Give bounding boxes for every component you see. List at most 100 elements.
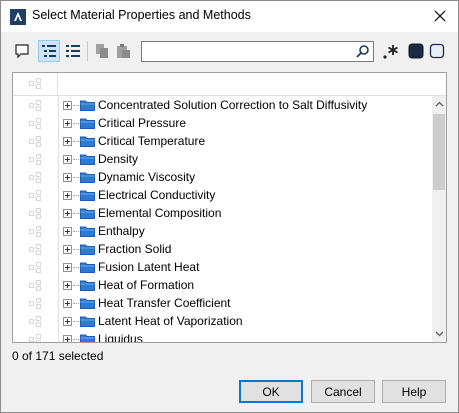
paste-icon	[117, 44, 130, 58]
tree-row[interactable]: Liquidus	[13, 330, 432, 342]
paste-button[interactable]	[112, 40, 134, 62]
tree-row[interactable]: Latent Heat of Vaporization	[13, 312, 432, 330]
expand-icon[interactable]	[63, 101, 72, 110]
dark-theme-button[interactable]	[405, 40, 427, 62]
select-toggle-icon[interactable]	[29, 208, 43, 219]
tree-row[interactable]: Elemental Composition	[13, 204, 432, 222]
expand-icon[interactable]	[63, 173, 72, 182]
tree-row[interactable]: Enthalpy	[13, 222, 432, 240]
folder-icon	[80, 136, 95, 147]
select-toggle-icon[interactable]	[29, 154, 43, 165]
select-column-header[interactable]	[13, 73, 58, 95]
tree-row-label: Density	[98, 152, 139, 166]
tree-row-label: Elemental Composition	[98, 206, 222, 220]
tree-row[interactable]: Fraction Solid	[13, 240, 432, 258]
select-toggle-icon[interactable]	[29, 316, 43, 327]
dark-square-icon	[408, 43, 424, 59]
tree-connector	[73, 285, 79, 286]
select-toggle-icon[interactable]	[29, 298, 43, 309]
folder-icon	[80, 208, 95, 219]
tree-row-label: Latent Heat of Vaporization	[98, 314, 243, 328]
list-view-button[interactable]	[62, 40, 84, 62]
folder-icon	[80, 118, 95, 129]
tree-row[interactable]: Heat Transfer Coefficient	[13, 294, 432, 312]
comment-button[interactable]	[11, 40, 33, 62]
select-toggle-icon[interactable]	[29, 190, 43, 201]
search-icon[interactable]	[356, 44, 370, 58]
expand-icon[interactable]	[63, 137, 72, 146]
tree-row-label: Critical Pressure	[98, 116, 187, 130]
tree-row[interactable]: Dynamic Viscosity	[13, 168, 432, 186]
select-toggle-icon[interactable]	[29, 136, 43, 147]
tree-connector	[73, 303, 79, 304]
expand-icon[interactable]	[63, 299, 72, 308]
folder-icon	[80, 154, 95, 165]
expand-icon[interactable]	[63, 317, 72, 326]
expand-icon[interactable]	[63, 155, 72, 164]
select-toggle-icon[interactable]	[29, 172, 43, 183]
vertical-scrollbar[interactable]	[432, 96, 446, 342]
select-toggle-icon[interactable]	[29, 334, 43, 342]
select-toggle-icon[interactable]	[29, 280, 43, 291]
light-square-icon	[429, 43, 445, 59]
chevron-up-icon	[435, 101, 443, 107]
tree-connector	[73, 321, 79, 322]
select-toggle-icon[interactable]	[29, 244, 43, 255]
window-title: Select Material Properties and Methods	[32, 8, 251, 22]
tree-row-label: Heat of Formation	[98, 278, 195, 292]
tree-row[interactable]: Heat of Formation	[13, 276, 432, 294]
tree-row-label: Concentrated Solution Correction to Salt…	[98, 98, 368, 112]
expand-icon[interactable]	[63, 119, 72, 128]
title-bar: Select Material Properties and Methods	[1, 1, 458, 32]
select-toggle-icon[interactable]	[29, 100, 43, 111]
expand-icon[interactable]	[63, 281, 72, 290]
light-theme-button[interactable]	[426, 40, 448, 62]
expand-icon[interactable]	[63, 245, 72, 254]
scroll-down-button[interactable]	[432, 326, 446, 342]
tree-row-label: Heat Transfer Coefficient	[98, 296, 231, 310]
select-all-icon	[29, 78, 41, 89]
tree-row[interactable]: Concentrated Solution Correction to Salt…	[13, 96, 432, 114]
tree-row[interactable]: Critical Pressure	[13, 114, 432, 132]
expand-icon[interactable]	[63, 191, 72, 200]
expand-icon[interactable]	[63, 227, 72, 236]
tree-row-label: Electrical Conductivity	[98, 188, 216, 202]
folder-icon	[80, 172, 95, 183]
expand-icon[interactable]	[63, 209, 72, 218]
tree-row[interactable]: Critical Temperature	[13, 132, 432, 150]
tree-connector	[73, 213, 79, 214]
tree-row[interactable]: Fusion Latent Heat	[13, 258, 432, 276]
folder-icon	[80, 100, 95, 111]
copy-button[interactable]	[91, 40, 113, 62]
tree-row[interactable]: Density	[13, 150, 432, 168]
ok-button[interactable]: OK	[239, 380, 303, 403]
tree-row-label: Critical Temperature	[98, 134, 206, 148]
select-material-properties-dialog: Select Material Properties and Methods C…	[0, 0, 459, 413]
tree-row[interactable]: Electrical Conductivity	[13, 186, 432, 204]
scroll-thumb[interactable]	[433, 114, 445, 190]
close-button[interactable]	[426, 4, 454, 28]
copy-icon	[96, 44, 108, 58]
list-bullets-icon	[66, 45, 80, 57]
tree-connector	[73, 339, 79, 340]
expand-icon[interactable]	[63, 335, 72, 342]
expand-icon[interactable]	[63, 263, 72, 272]
tree-row-label: Fraction Solid	[98, 242, 172, 256]
cancel-button[interactable]: Cancel	[311, 380, 375, 403]
search-input[interactable]	[141, 41, 374, 62]
tree-row-label: Enthalpy	[98, 224, 145, 238]
regex-button[interactable]	[379, 40, 401, 62]
tree-view-button[interactable]	[38, 40, 60, 62]
toolbar	[1, 32, 458, 70]
folder-icon	[80, 262, 95, 273]
scroll-up-button[interactable]	[432, 96, 446, 112]
select-toggle-icon[interactable]	[29, 226, 43, 237]
tree-connector	[73, 159, 79, 160]
folder-icon	[80, 190, 95, 201]
folder-icon	[80, 226, 95, 237]
select-toggle-icon[interactable]	[29, 118, 43, 129]
help-button[interactable]: Help	[382, 380, 446, 403]
tree-rows: Concentrated Solution Correction to Salt…	[13, 96, 432, 342]
select-toggle-icon[interactable]	[29, 262, 43, 273]
tree-row-label: Dynamic Viscosity	[98, 170, 196, 184]
